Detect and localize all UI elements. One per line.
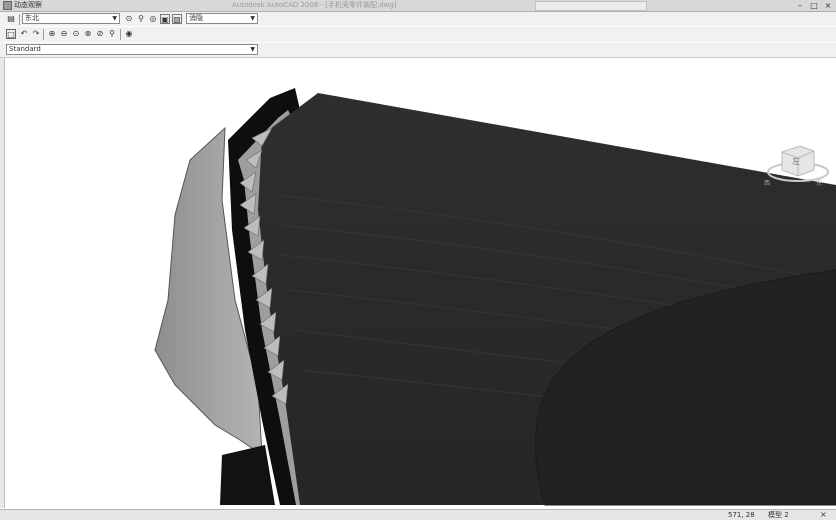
- view-cube-compass-east: 东: [816, 180, 823, 187]
- toolbar-row-1: ▤ 东北 ▼ ⊙ ⚲ ◎ ▣ ▧ 消隐 ▼: [0, 12, 836, 26]
- toolbar-separator: [19, 14, 20, 25]
- view-cube-compass-west: 西: [764, 180, 771, 187]
- title-search-box[interactable]: [535, 1, 647, 11]
- pan-icon[interactable]: ◎: [148, 14, 158, 24]
- named-view-select-value: Standard: [9, 45, 41, 53]
- help-icon[interactable]: ◉: [124, 29, 134, 39]
- toolbar-row-2: □ ↶ ↷ ⊕ ⊖ ⊙ ⊗ ⊘ ⚲ ◉: [0, 27, 836, 42]
- orbit-icon[interactable]: ⊙: [124, 14, 134, 24]
- view-cube[interactable]: 左 西 东: [760, 142, 830, 188]
- save-icon[interactable]: □: [6, 29, 16, 39]
- zoom-icon[interactable]: ⚲: [136, 14, 146, 24]
- zoom-extents-icon[interactable]: ⊗: [83, 29, 93, 39]
- zoom-in-icon[interactable]: ⊕: [47, 29, 57, 39]
- zoom-previous-icon[interactable]: ⊘: [95, 29, 105, 39]
- visual-style-select-value: 消隐: [189, 14, 203, 22]
- zoom-icon[interactable]: ⚲: [107, 29, 117, 39]
- toolbar-row-3: Standard ▼: [0, 43, 836, 58]
- model-render: [154, 88, 836, 506]
- chevron-down-icon: ▼: [112, 15, 117, 22]
- view-cube-face-label: 左: [792, 157, 800, 166]
- title-bar: 动态观察 Autodesk AutoCAD 2008 - [手机壳零件装配.dw…: [0, 0, 836, 12]
- chevron-down-icon: ▼: [250, 15, 255, 22]
- visual-style-select[interactable]: 消隐 ▼: [186, 13, 258, 24]
- app-icon[interactable]: [3, 1, 12, 10]
- zoom-window-icon[interactable]: ⊙: [71, 29, 81, 39]
- window-title: 动态观察: [14, 1, 42, 9]
- save-icon[interactable]: ▤: [6, 14, 16, 24]
- toolbar-separator: [120, 29, 121, 40]
- zoom-out-icon[interactable]: ⊖: [59, 29, 69, 39]
- view-select[interactable]: 东北 ▼: [22, 13, 120, 24]
- named-view-select[interactable]: Standard ▼: [6, 44, 258, 55]
- model-foot-block: [220, 445, 275, 505]
- view-icon[interactable]: ▧: [172, 14, 182, 24]
- view-select-value: 东北: [25, 14, 39, 22]
- status-bar: 571, 28 模型 2 ×: [0, 509, 836, 520]
- close-button[interactable]: ×: [821, 0, 835, 11]
- maximize-button[interactable]: □: [807, 0, 821, 11]
- toolbar-separator: [43, 29, 44, 40]
- undo-icon[interactable]: ↶: [19, 29, 29, 39]
- redo-icon[interactable]: ↷: [31, 29, 41, 39]
- minimize-button[interactable]: –: [793, 0, 807, 11]
- chevron-down-icon: ▼: [250, 46, 255, 53]
- window-title-background: Autodesk AutoCAD 2008 - [手机壳零件装配.dwg]: [232, 1, 397, 9]
- view-icon[interactable]: ▣: [160, 14, 170, 24]
- drawing-viewport[interactable]: 左 西 东: [5, 58, 836, 508]
